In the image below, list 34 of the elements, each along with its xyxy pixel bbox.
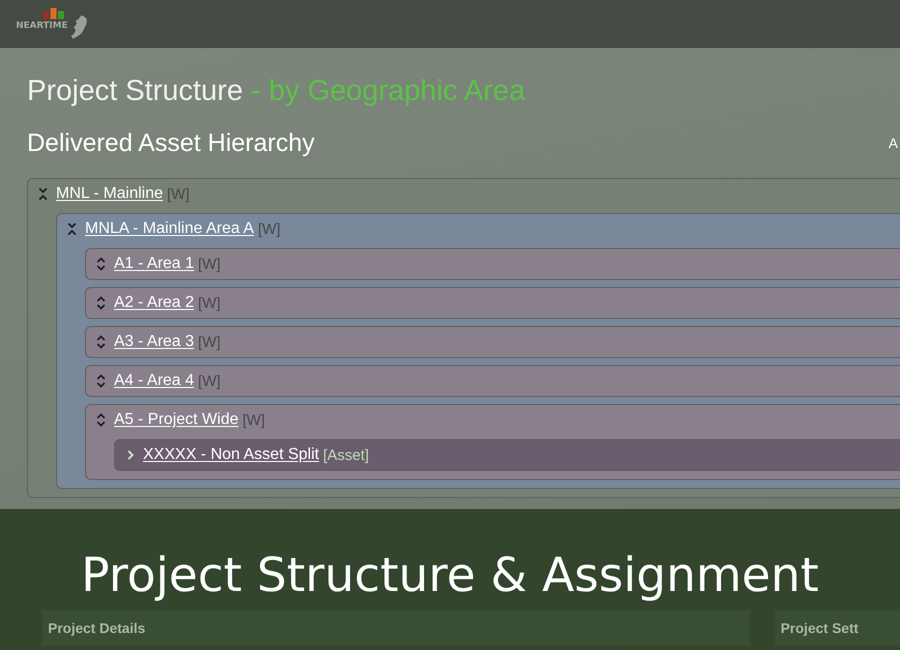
tree-node-link[interactable]: XXXXX - Non Asset Split (143, 446, 320, 464)
tree-node-link[interactable]: MNL - Mainline (56, 185, 163, 203)
panel-header: Project Details (42, 610, 750, 646)
logo-bars-icon (43, 8, 64, 19)
expand-icon[interactable] (96, 413, 106, 427)
banner-caption: Project Structure & Assignment (81, 548, 819, 604)
expand-icon[interactable] (96, 335, 106, 349)
node-type-tag: [W] (198, 294, 221, 312)
expand-icon[interactable] (96, 374, 106, 388)
node-type-tag: [W] (167, 186, 190, 202)
tree-node-link[interactable]: MNLA - Mainline Area A (85, 220, 254, 238)
node-type-tag: [W] (258, 220, 280, 238)
logo-text: NEARTIME (16, 21, 68, 32)
expand-icon[interactable] (96, 257, 106, 271)
tree-node-link[interactable]: A1 - Area 1 (114, 255, 194, 273)
page-subtitle: - by Geographic Area (251, 75, 526, 107)
tree-node-link[interactable]: A2 - Area 2 (114, 294, 194, 312)
tree-node-link[interactable]: A5 - Project Wide (114, 411, 238, 429)
panel-header: Project Sett (774, 610, 900, 646)
page-title: Project Structure (27, 75, 243, 107)
collapse-icon[interactable] (67, 222, 77, 236)
tree-node-link[interactable]: A3 - Area 3 (114, 333, 194, 351)
map-shape-icon (71, 15, 88, 39)
collapse-icon[interactable] (38, 187, 48, 201)
node-type-tag: [W] (198, 334, 221, 350)
chevron-right-icon[interactable] (127, 450, 134, 460)
node-type-tag: [W] (198, 256, 221, 272)
node-type-tag: [W] (242, 412, 265, 428)
node-type-tag: [W] (198, 372, 221, 390)
section-title: Delivered Asset Hierarchy (27, 128, 315, 158)
node-type-tag: [Asset] (323, 446, 369, 464)
cut-off-text: A (888, 135, 898, 151)
tree-node-link[interactable]: A4 - Area 4 (114, 372, 194, 390)
expand-icon[interactable] (96, 296, 106, 310)
